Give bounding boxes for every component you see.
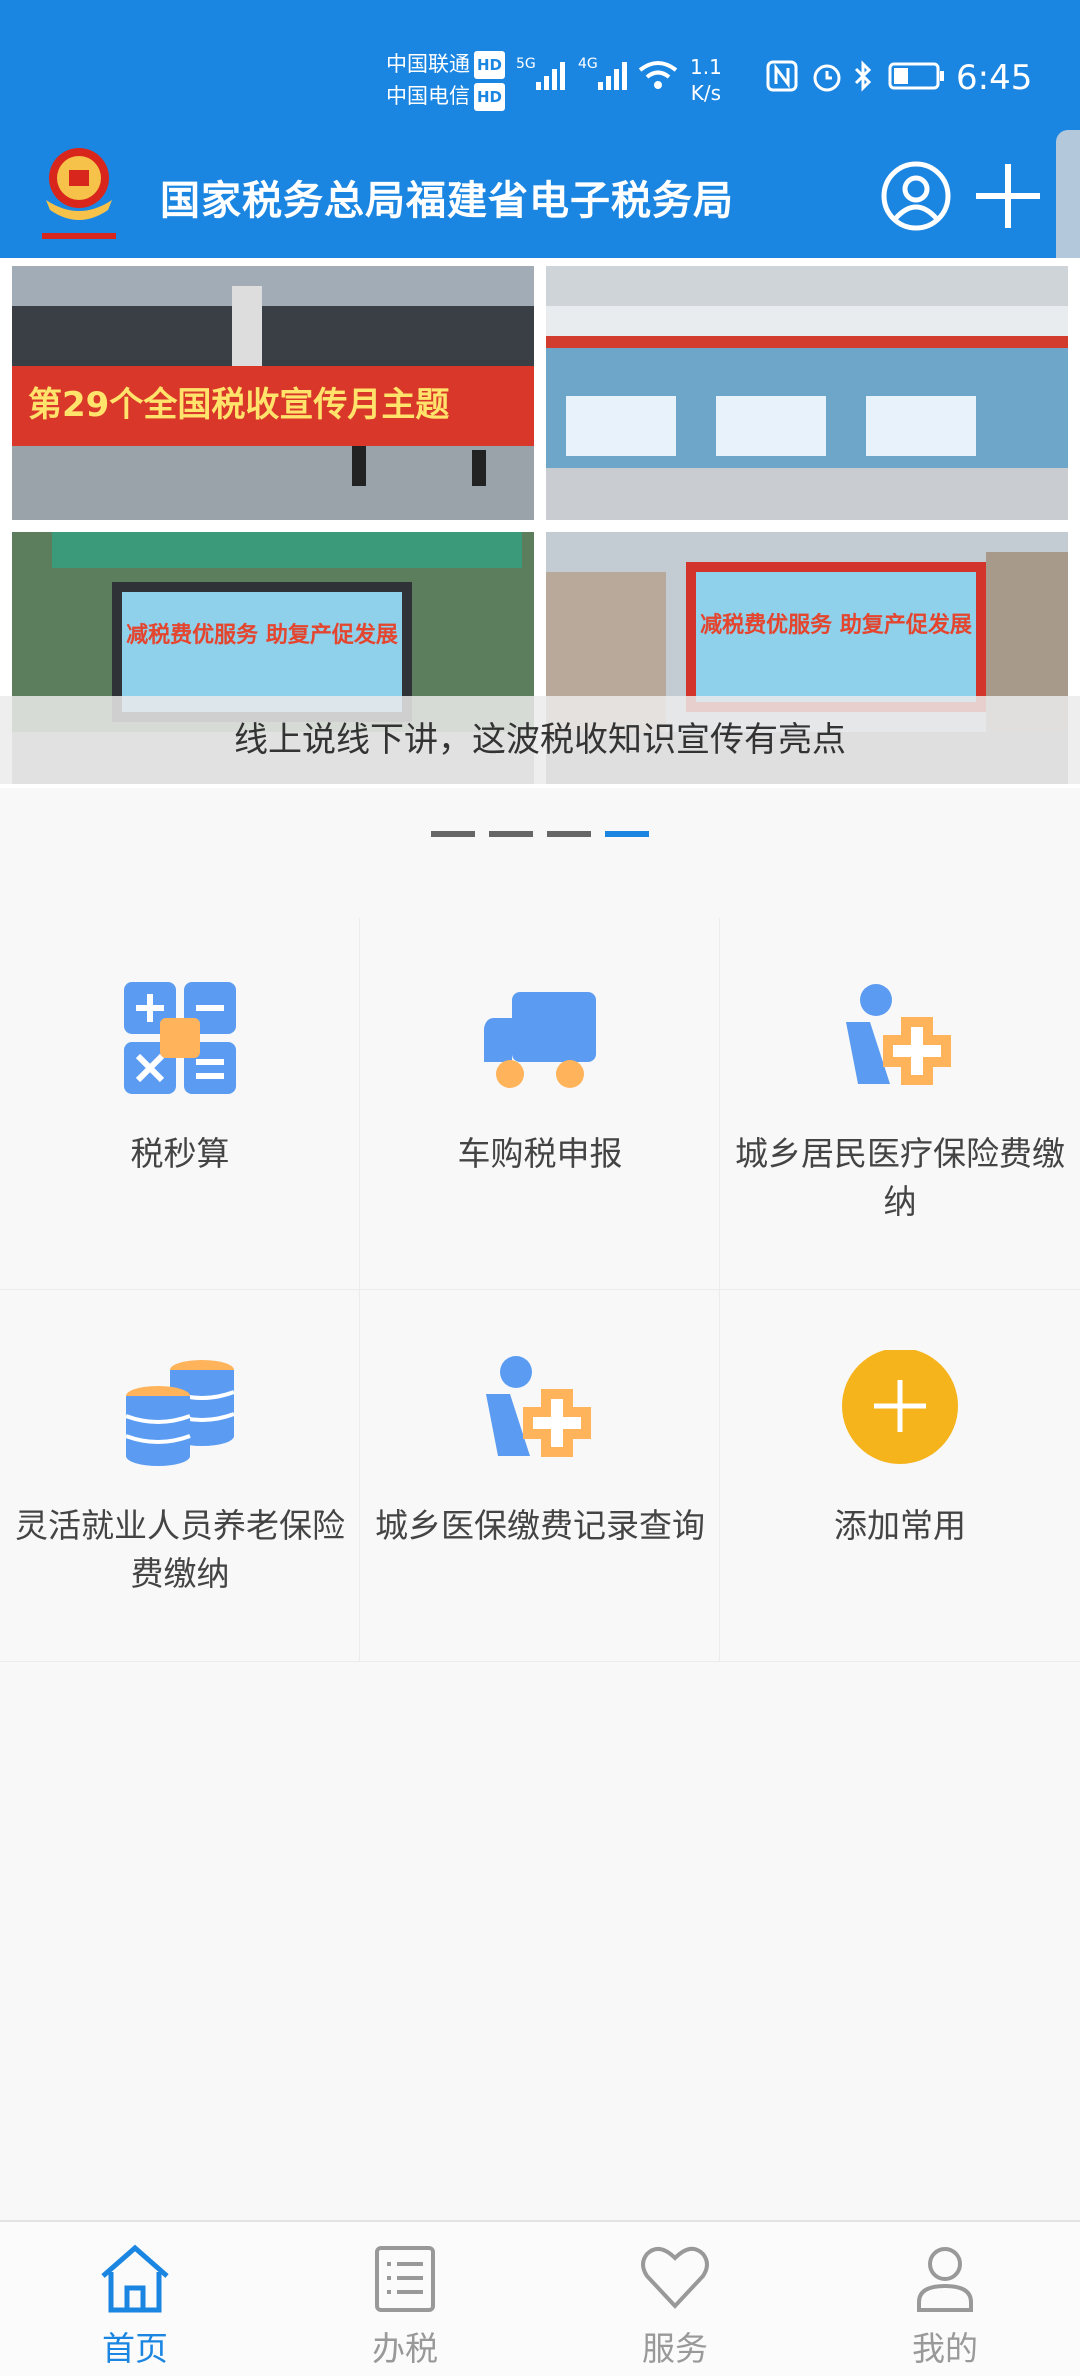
coins-stack-icon xyxy=(125,1360,235,1466)
clock: 6:45 xyxy=(956,58,1033,98)
quick-action-pension-insurance[interactable]: 灵活就业人员养老保险费缴纳 xyxy=(0,1290,360,1662)
quick-action-label: 灵活就业人员养老保险费缴纳 xyxy=(15,1506,345,1593)
bottom-tab-bar: 首页 办税 服务 我的 xyxy=(0,2220,1080,2376)
tab-label: 办税 xyxy=(372,2329,438,2368)
carrier-2: 中国电信 HD xyxy=(386,82,506,111)
wifi-icon xyxy=(638,61,678,89)
carousel-dot[interactable] xyxy=(431,831,475,837)
quick-action-label: 税秒算 xyxy=(130,1134,230,1173)
list-icon xyxy=(375,2246,435,2312)
banner-photo-3-text: 减税费优服务 助复产促发展 xyxy=(126,622,398,648)
banner-photo-station xyxy=(546,266,1068,520)
network-type-2: 4G xyxy=(578,56,598,72)
tax-emblem-logo xyxy=(42,148,116,239)
truck-icon xyxy=(484,992,596,1088)
alarm-icon xyxy=(813,64,841,92)
nfc-icon xyxy=(766,60,798,92)
banner-photo-1-text: 第29个全国税收宣传月主题 xyxy=(28,385,449,425)
quick-action-label: 车购税申报 xyxy=(457,1134,623,1173)
page-title: 国家税务总局福建省电子税务局 xyxy=(160,178,734,224)
banner-photo-square: 第29个全国税收宣传月主题 xyxy=(12,266,534,520)
quick-action-label: 添加常用 xyxy=(834,1506,966,1545)
tab-mine[interactable]: 我的 xyxy=(810,2222,1080,2376)
quick-action-label: 城乡医保缴费记录查询 xyxy=(375,1506,705,1545)
banner-caption-bar: 线上说线下讲，这波税收知识宣传有亮点 xyxy=(0,696,1080,784)
tab-home[interactable]: 首页 xyxy=(0,2222,270,2376)
bluetooth-icon xyxy=(854,60,872,92)
battery-icon xyxy=(888,62,944,90)
user-profile-button[interactable] xyxy=(880,160,952,232)
carousel-indicator xyxy=(0,822,1080,837)
banner-carousel[interactable]: 第29个全国税收宣传月主题 减税费优服务 助复产促发展 减税费优服务 助复产促发… xyxy=(0,258,1080,788)
carousel-dot[interactable] xyxy=(489,831,533,837)
tab-tax[interactable]: 办税 xyxy=(270,2222,540,2376)
app-header: 国家税务总局福建省电子税务局 xyxy=(0,140,1080,258)
quick-action-tax-calculator[interactable]: 税秒算 xyxy=(0,918,360,1290)
medical-insurance-icon xyxy=(486,1356,591,1457)
quick-action-medical-record-query[interactable]: 城乡医保缴费记录查询 xyxy=(360,1290,720,1662)
quick-action-grid: 税秒算 车购税申报 城乡居民医疗保险费缴纳 灵活就业人员养老保险费缴纳 城乡医保… xyxy=(0,918,1080,1664)
status-bar: 中国联通 HD 中国电信 HD 5G 4G 1.1 K/s 6:45 xyxy=(0,0,1080,140)
quick-action-vehicle-tax[interactable]: 车购税申报 xyxy=(360,918,720,1290)
network-type-1: 5G xyxy=(516,56,536,72)
carousel-dot[interactable] xyxy=(547,831,591,837)
tax-calculator-icon xyxy=(124,982,236,1094)
tab-service[interactable]: 服务 xyxy=(540,2222,810,2376)
signal-icon-2 xyxy=(598,62,627,90)
plus-circle-icon xyxy=(842,1350,958,1464)
carousel-dot-active[interactable] xyxy=(605,831,649,837)
banner-photo-4-text: 减税费优服务 助复产促发展 xyxy=(700,612,972,638)
tab-label: 首页 xyxy=(102,2329,168,2368)
quick-action-resident-medical-insurance[interactable]: 城乡居民医疗保险费缴纳 xyxy=(720,918,1080,1290)
network-speed: 1.1 K/s xyxy=(690,55,722,105)
add-button[interactable] xyxy=(970,158,1046,234)
quick-action-add-favorite[interactable]: 添加常用 xyxy=(720,1290,1080,1662)
carrier-1: 中国联通 HD xyxy=(386,50,506,79)
quick-action-label: 城乡居民医疗保险费缴纳 xyxy=(735,1134,1065,1221)
person-icon xyxy=(917,2247,973,2312)
banner-caption: 线上说线下讲，这波税收知识宣传有亮点 xyxy=(234,720,846,760)
signal-icon xyxy=(536,62,565,90)
medical-insurance-icon xyxy=(846,984,951,1085)
home-icon xyxy=(101,2244,169,2313)
heart-icon xyxy=(641,2246,709,2309)
tab-label: 我的 xyxy=(912,2329,978,2368)
tab-label: 服务 xyxy=(642,2329,708,2368)
